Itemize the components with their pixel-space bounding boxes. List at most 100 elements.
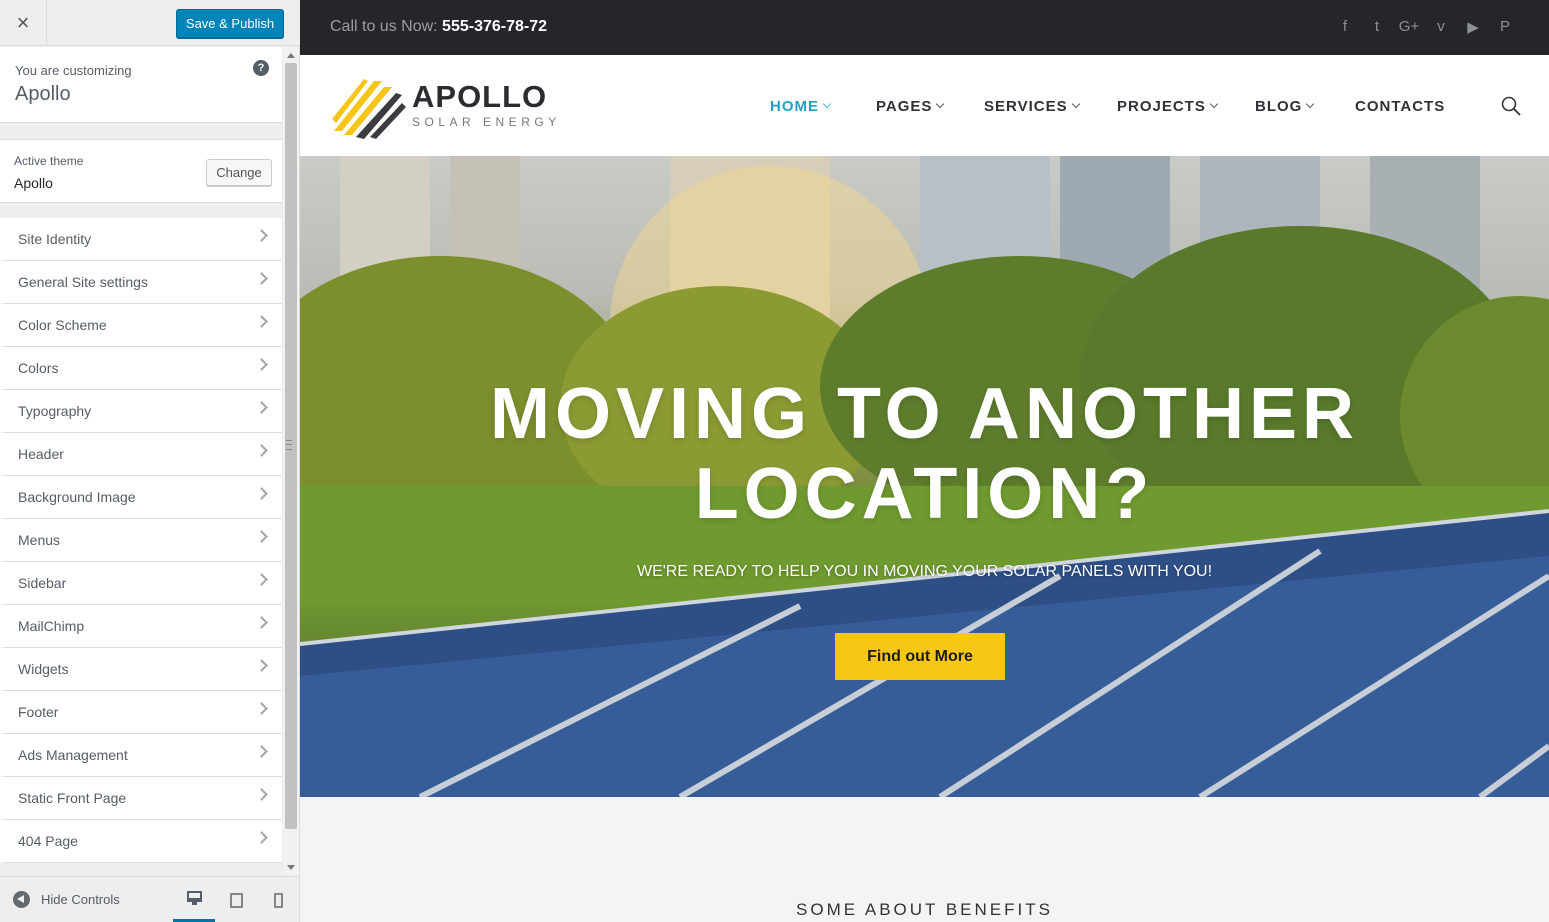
phone-number[interactable]: 555-376-78-72 bbox=[442, 18, 547, 35]
section-footer[interactable]: Footer bbox=[0, 691, 282, 734]
pinterest-icon[interactable]: P bbox=[1489, 18, 1521, 36]
vimeo-icon[interactable]: v bbox=[1425, 18, 1457, 36]
section-ads-management[interactable]: Ads Management bbox=[0, 734, 282, 777]
chevron-right-icon bbox=[255, 831, 268, 844]
section-site-identity[interactable]: Site Identity bbox=[0, 218, 282, 261]
section-typography[interactable]: Typography bbox=[0, 390, 282, 433]
section-label: Static Front Page bbox=[18, 790, 127, 806]
close-icon[interactable]: × bbox=[0, 0, 47, 46]
section-colors[interactable]: Colors bbox=[0, 347, 282, 390]
section-label: General Site settings bbox=[18, 274, 148, 290]
section-header[interactable]: Header bbox=[0, 433, 282, 476]
facebook-icon[interactable]: f bbox=[1329, 18, 1361, 36]
customizer-header: × Save & Publish bbox=[0, 0, 300, 46]
scroll-up-arrow-icon[interactable] bbox=[287, 53, 295, 58]
nav-blog[interactable]: BLOG bbox=[1255, 96, 1315, 116]
twitter-icon[interactable]: t bbox=[1361, 18, 1393, 36]
chevron-right-icon bbox=[255, 358, 268, 371]
site-preview: Call to us Now: 555-376-78-72 f t G+ v ▶… bbox=[300, 0, 1549, 922]
section-mailchimp[interactable]: MailChimp bbox=[0, 605, 282, 648]
nav-label: PROJECTS bbox=[1117, 97, 1206, 115]
logo-icon[interactable] bbox=[330, 73, 406, 139]
section-heading: SOME ABOUT BENEFITS bbox=[796, 900, 1053, 919]
save-publish-button[interactable]: Save & Publish bbox=[176, 9, 284, 38]
hide-controls-button[interactable]: Hide Controls bbox=[13, 891, 120, 908]
section-label: Site Identity bbox=[18, 231, 92, 247]
social-links: f t G+ v ▶ P bbox=[1329, 18, 1521, 36]
chevron-right-icon bbox=[255, 573, 268, 586]
scroll-down-arrow-icon[interactable] bbox=[287, 865, 295, 870]
nav-pages[interactable]: PAGES bbox=[876, 96, 945, 116]
customizer-panel: You are customizing Apollo ? Active them… bbox=[0, 47, 282, 876]
collapse-arrow-icon bbox=[13, 891, 30, 908]
nav-label: CONTACTS bbox=[1355, 97, 1446, 115]
chevron-right-icon bbox=[255, 401, 268, 414]
section-label: Widgets bbox=[18, 661, 69, 677]
chevron-right-icon bbox=[255, 616, 268, 629]
chevron-down-icon bbox=[1306, 99, 1315, 108]
preview-tablet-button[interactable] bbox=[215, 877, 257, 922]
call-info: Call to us Now: 555-376-78-72 bbox=[330, 18, 547, 36]
chevron-right-icon bbox=[255, 229, 268, 242]
youtube-icon[interactable]: ▶ bbox=[1457, 18, 1489, 36]
section-background-image[interactable]: Background Image bbox=[0, 476, 282, 519]
chevron-down-icon bbox=[936, 99, 945, 108]
find-out-more-button[interactable]: Find out More bbox=[835, 633, 1005, 680]
chevron-right-icon bbox=[255, 745, 268, 758]
section-label: Typography bbox=[18, 403, 92, 419]
change-theme-button[interactable]: Change bbox=[206, 159, 272, 186]
hero-subtitle: WE'RE READY TO HELP YOU IN MOVING YOUR S… bbox=[636, 563, 1213, 580]
section-general-site-settings[interactable]: General Site settings bbox=[0, 261, 282, 304]
section-label: Colors bbox=[18, 360, 59, 376]
preview-desktop-button[interactable] bbox=[173, 877, 215, 922]
site-header: APOLLO SOLAR ENERGY HOME PAGES SERVICES … bbox=[300, 55, 1549, 156]
logo-title[interactable]: APOLLO bbox=[412, 79, 547, 115]
active-theme-label: Active theme bbox=[14, 154, 84, 168]
chevron-right-icon bbox=[255, 487, 268, 500]
chevron-right-icon bbox=[255, 444, 268, 457]
nav-projects[interactable]: PROJECTS bbox=[1117, 96, 1219, 116]
mobile-icon bbox=[273, 892, 283, 908]
section-static-front-page[interactable]: Static Front Page bbox=[0, 777, 282, 820]
chevron-right-icon bbox=[255, 315, 268, 328]
section-color-scheme[interactable]: Color Scheme bbox=[0, 304, 282, 347]
preview-mobile-button[interactable] bbox=[257, 877, 299, 922]
nav-home[interactable]: HOME bbox=[770, 96, 832, 116]
section-label: 404 Page bbox=[18, 833, 78, 849]
sidebar-scrollbar[interactable] bbox=[283, 47, 299, 876]
nav-services[interactable]: SERVICES bbox=[984, 96, 1080, 116]
section-label: Header bbox=[18, 446, 64, 462]
chevron-down-icon bbox=[1071, 99, 1080, 108]
section-widgets[interactable]: Widgets bbox=[0, 648, 282, 691]
hide-controls-label: Hide Controls bbox=[41, 892, 120, 907]
customizer-sidebar: × Save & Publish You are customizing Apo… bbox=[0, 0, 300, 922]
section-label: Background Image bbox=[18, 489, 136, 505]
search-icon[interactable] bbox=[1501, 96, 1521, 116]
customizing-info: You are customizing Apollo ? bbox=[0, 47, 282, 123]
nav-label: SERVICES bbox=[984, 97, 1068, 115]
spacer bbox=[0, 203, 282, 218]
resize-grip-icon[interactable] bbox=[286, 440, 292, 450]
help-icon[interactable]: ? bbox=[253, 60, 269, 76]
section-label: MailChimp bbox=[18, 618, 85, 634]
top-bar: Call to us Now: 555-376-78-72 f t G+ v ▶… bbox=[300, 0, 1549, 55]
nav-label: BLOG bbox=[1255, 97, 1303, 115]
section-list: Site Identity General Site settings Colo… bbox=[0, 218, 282, 863]
chevron-right-icon bbox=[255, 788, 268, 801]
active-theme-name: Apollo bbox=[14, 175, 53, 191]
hero-title: MOVING TO ANOTHER LOCATION? bbox=[300, 374, 1549, 534]
nav-label: PAGES bbox=[876, 97, 933, 115]
tablet-icon bbox=[229, 892, 243, 908]
hero-title-line2: LOCATION? bbox=[694, 454, 1155, 534]
section-label: Menus bbox=[18, 532, 61, 548]
google-plus-icon[interactable]: G+ bbox=[1393, 18, 1425, 36]
section-sidebar[interactable]: Sidebar bbox=[0, 562, 282, 605]
section-menus[interactable]: Menus bbox=[0, 519, 282, 562]
section-label: Sidebar bbox=[18, 575, 67, 591]
chevron-right-icon bbox=[255, 530, 268, 543]
nav-contacts[interactable]: CONTACTS bbox=[1355, 96, 1445, 116]
chevron-right-icon bbox=[255, 702, 268, 715]
chevron-right-icon bbox=[255, 659, 268, 672]
chevron-right-icon bbox=[255, 272, 268, 285]
section-404-page[interactable]: 404 Page bbox=[0, 820, 282, 863]
